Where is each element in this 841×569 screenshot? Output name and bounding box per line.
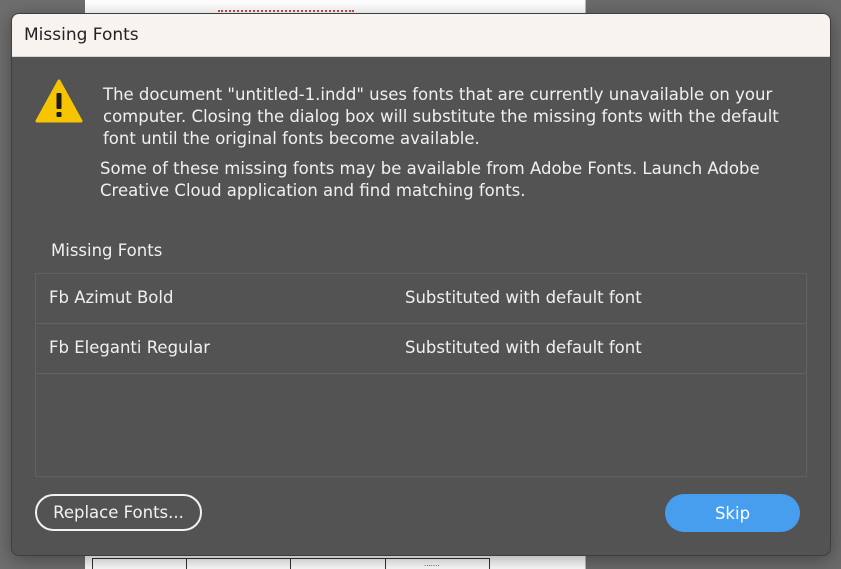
font-status: Substituted with default font (405, 338, 642, 357)
dialog-title: Missing Fonts (24, 25, 139, 45)
dialog-titlebar: Missing Fonts (12, 14, 830, 57)
missing-fonts-heading: Missing Fonts (51, 241, 163, 260)
font-status: Substituted with default font (405, 288, 642, 307)
font-name: Fb Eleganti Regular (49, 338, 210, 357)
list-item: Fb Eleganti Regular Substituted with def… (36, 324, 806, 374)
dialog-content: The document "untitled-1.indd" uses font… (12, 57, 830, 555)
missing-fonts-dialog: Missing Fonts The document "untitled-1.i… (11, 13, 831, 556)
screen: ······· Missing Fonts The document "unti… (0, 0, 841, 569)
skip-button[interactable]: Skip (665, 494, 800, 532)
list-item: Fb Azimut Bold Substituted with default … (36, 274, 806, 324)
replace-fonts-button[interactable]: Replace Fonts... (35, 494, 202, 531)
font-name: Fb Azimut Bold (49, 288, 174, 307)
dialog-message-primary: The document "untitled-1.indd" uses font… (103, 85, 779, 148)
document-text-fragment: ······· (424, 562, 440, 569)
warning-triangle-icon (35, 79, 83, 123)
dialog-message-secondary: Some of these missing fonts may be avail… (100, 159, 760, 200)
missing-fonts-list: Fb Azimut Bold Substituted with default … (35, 273, 807, 477)
